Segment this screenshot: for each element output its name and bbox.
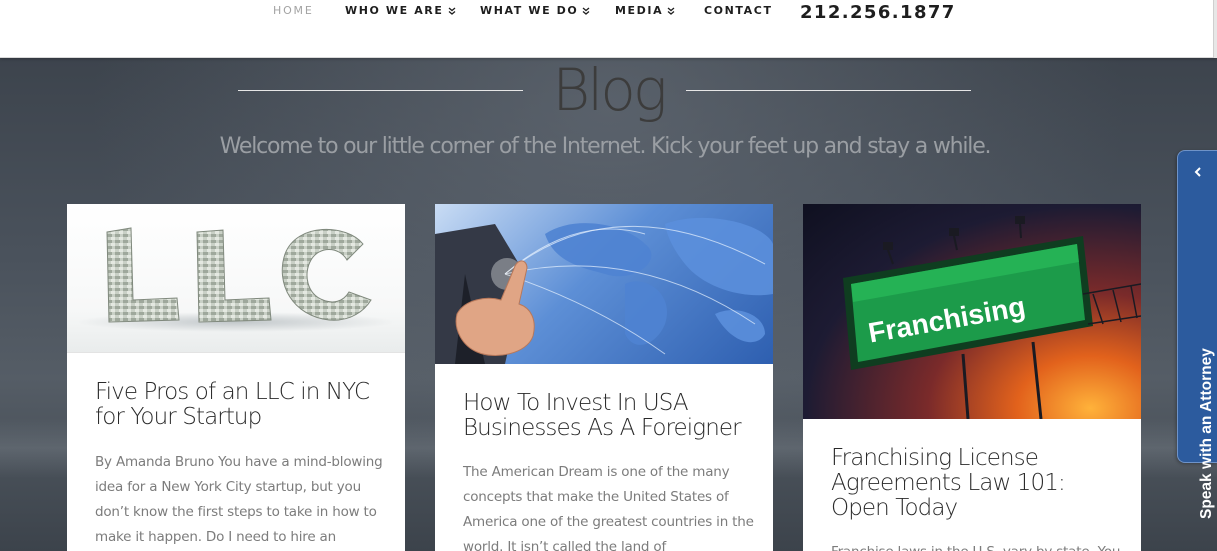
nav-item-label: MEDIA: [615, 4, 664, 17]
franchising-billboard-image[interactable]: Franchising: [803, 204, 1141, 419]
blog-post-card[interactable]: Five Pros of an LLC in NYC for Your Star…: [67, 204, 405, 551]
phone-number[interactable]: 212.256.1877: [800, 2, 956, 23]
nav-item-home[interactable]: HOME: [273, 4, 314, 17]
post-title[interactable]: How To Invest In USA Businesses As A For…: [463, 391, 757, 441]
nav-item-contact[interactable]: CONTACT: [704, 4, 773, 17]
post-title[interactable]: Five Pros of an LLC in NYC for Your Star…: [95, 380, 389, 430]
blog-post-card[interactable]: Franchising Franchising License Agreemen…: [803, 204, 1141, 551]
post-excerpt: By Amanda Bruno You have a mind-blowing …: [95, 454, 383, 545]
nav-item-what-we-do[interactable]: WHAT WE DO: [480, 4, 590, 17]
page-title: Blog: [552, 56, 667, 124]
speak-with-attorney-tab[interactable]: Speak with an Attorney: [1177, 150, 1217, 519]
blog-post-card[interactable]: How To Invest In USA Businesses As A For…: [435, 204, 773, 551]
post-excerpt: The American Dream is one of the many co…: [463, 464, 754, 551]
businessman-world-map-image[interactable]: [435, 204, 773, 364]
nav-item-media[interactable]: MEDIA: [615, 4, 675, 17]
page-tagline: Welcome to our little corner of the Inte…: [219, 134, 992, 159]
nav-item-who-we-are[interactable]: WHO WE ARE: [345, 4, 456, 17]
top-navigation-bar: HOME WHO WE ARE WHAT WE DO MEDIA CONTACT…: [0, 0, 1217, 58]
nav-item-label: WHAT WE DO: [480, 4, 579, 17]
side-tab-label: Speak with an Attorney: [1198, 348, 1215, 519]
double-chevron-down-icon: [667, 7, 675, 15]
chevron-left-icon[interactable]: [1191, 165, 1205, 179]
llc-letters-image[interactable]: [67, 204, 405, 353]
double-chevron-down-icon: [582, 7, 590, 15]
double-chevron-down-icon: [448, 7, 455, 15]
post-title[interactable]: Franchising License Agreements Law 101: …: [831, 446, 1125, 521]
post-excerpt: Franchise laws in the U.S. vary by state…: [831, 540, 1123, 551]
nav-item-label: WHO WE ARE: [345, 4, 444, 17]
scroll-edge: [1213, 0, 1217, 58]
